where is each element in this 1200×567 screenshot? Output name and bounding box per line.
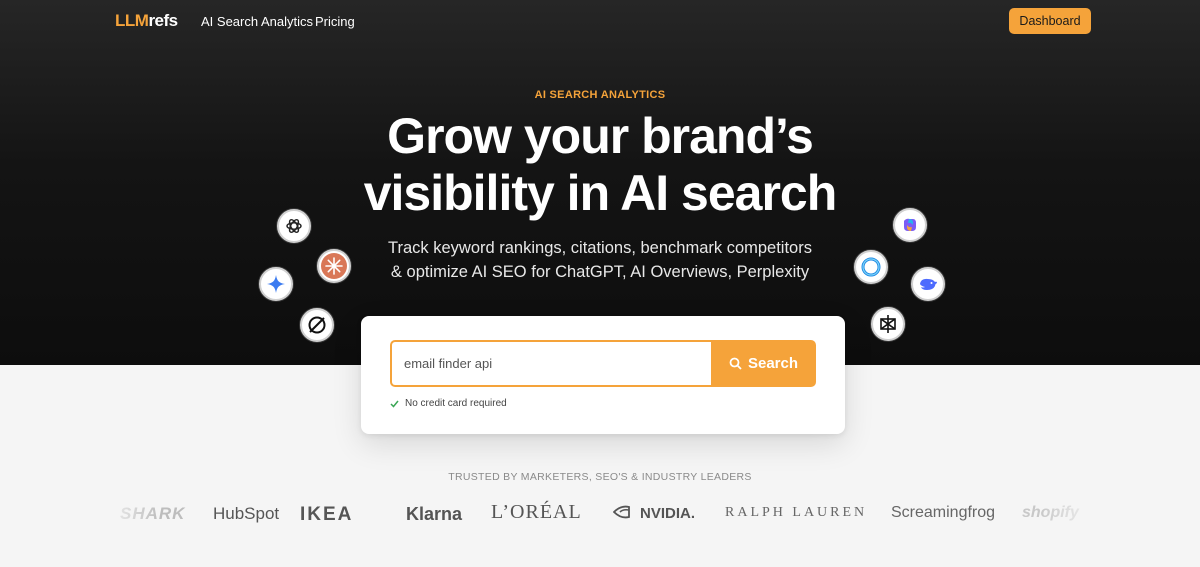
- trusted-heading: TRUSTED BY MARKETERS, SEO'S & INDUSTRY L…: [448, 471, 752, 483]
- meta-ai-icon: [854, 250, 888, 284]
- logo-strip-fade-right: [1040, 498, 1100, 532]
- perplexity-icon: [871, 307, 905, 341]
- nav-link-pricing[interactable]: Pricing: [315, 14, 355, 29]
- claude-icon: [317, 249, 351, 283]
- search-icon: [729, 357, 742, 370]
- search-input[interactable]: [390, 340, 713, 387]
- check-icon: [390, 400, 399, 408]
- grok-icon: [300, 308, 334, 342]
- logo-strip-fade-left: [100, 498, 160, 532]
- no-credit-card-text: No credit card required: [405, 398, 507, 409]
- hero-subline: Track keyword rankings, citations, bench…: [0, 236, 1200, 284]
- nav-link-ai-search-analytics[interactable]: AI Search Analytics: [201, 14, 313, 29]
- search-card: Search No credit card required: [361, 316, 845, 434]
- hero-headline: Grow your brand’s visibility in AI searc…: [0, 108, 1200, 222]
- screamingfrog-logo: Screamingfrog: [891, 504, 996, 521]
- copilot-icon: [893, 208, 927, 242]
- gemini-icon: [259, 267, 293, 301]
- search-button-label: Search: [747, 355, 799, 372]
- hubspot-logo: HubSpot: [213, 504, 280, 523]
- search-button[interactable]: Search: [711, 340, 816, 387]
- llmrefs-logo[interactable]: LLMrefs: [115, 11, 178, 31]
- nvidia-eye-icon: [613, 505, 630, 519]
- no-credit-card-note: No credit card required: [390, 398, 507, 409]
- ralph-lauren-logo: RALPH LAUREN: [725, 505, 868, 520]
- klarna-logo: Klarna: [406, 504, 463, 524]
- loreal-logo: L’ORÉAL: [491, 501, 582, 523]
- headline-line-1: Grow your brand’s: [387, 108, 814, 164]
- subline-line-1: Track keyword rankings, citations, bench…: [388, 239, 812, 257]
- top-nav: LLMrefs AI Search Analytics Pricing Dash…: [0, 0, 1200, 42]
- subline-line-2: & optimize AI SEO for ChatGPT, AI Overvi…: [390, 263, 810, 281]
- logo-suffix: refs: [148, 11, 178, 30]
- chatgpt-icon: [277, 209, 311, 243]
- brand-logo-strip: SHARK HubSpot IKEA Klarna L’ORÉAL NVIDIA…: [0, 498, 1200, 532]
- nvidia-logo: NVIDIA.: [640, 505, 696, 522]
- deepseek-icon: [911, 267, 945, 301]
- hero-section: LLMrefs AI Search Analytics Pricing Dash…: [0, 0, 1200, 365]
- headline-line-2: visibility in AI search: [363, 165, 838, 221]
- dashboard-button[interactable]: Dashboard: [1009, 8, 1091, 34]
- ikea-logo: IKEA: [300, 504, 354, 525]
- hero-eyebrow: AI SEARCH ANALYTICS: [534, 89, 666, 101]
- logo-prefix: LLM: [115, 11, 149, 30]
